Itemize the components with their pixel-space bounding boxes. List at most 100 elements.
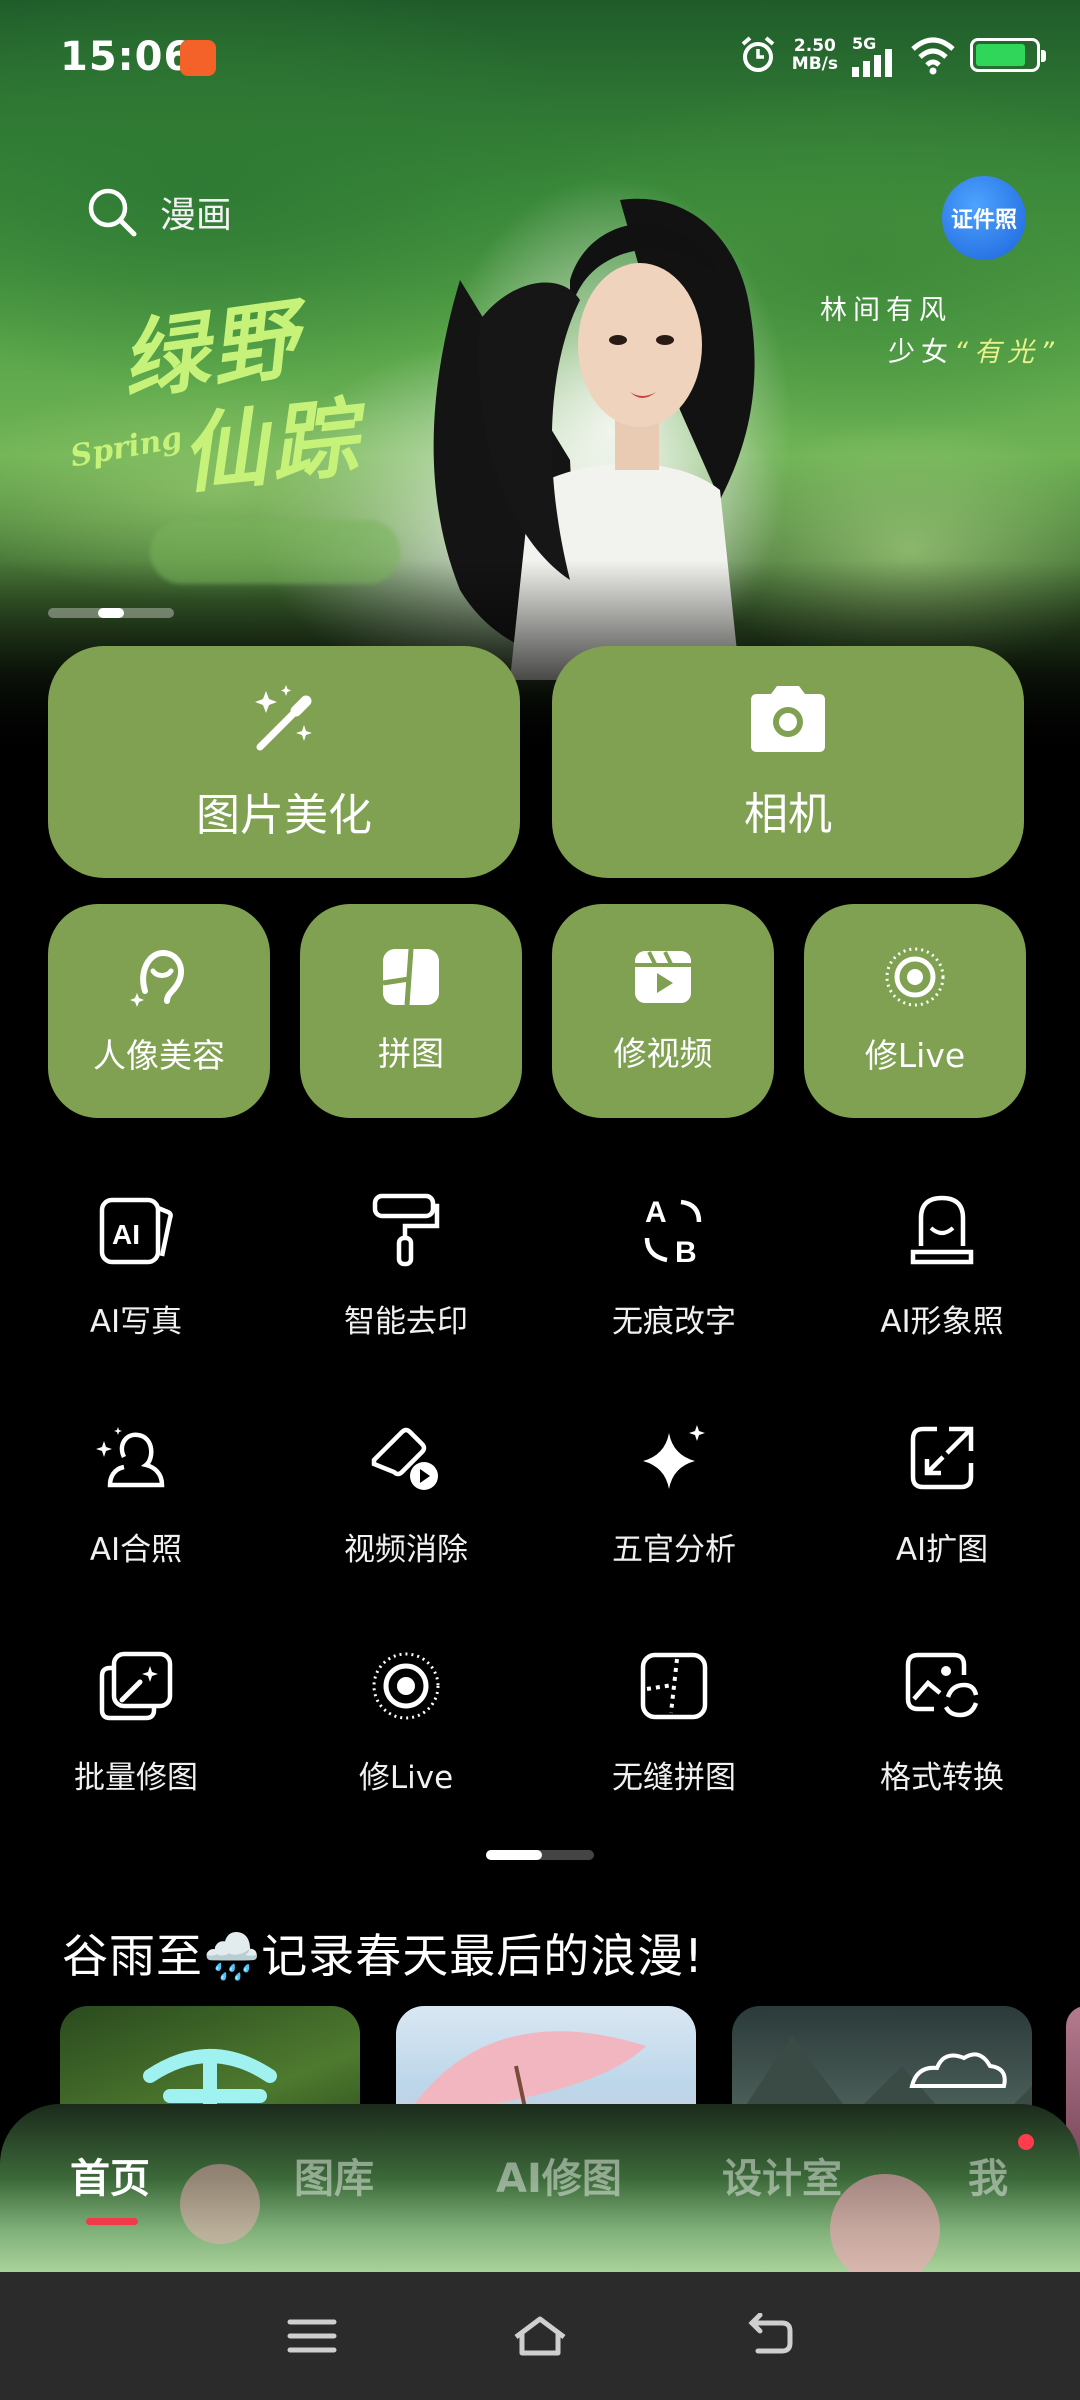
back-icon[interactable] — [742, 2313, 794, 2359]
network-speed: 2.50 MB/s — [792, 37, 838, 73]
tools-page-indicator — [486, 1850, 594, 1860]
photo-beautify-button[interactable]: 图片美化 — [48, 646, 520, 878]
system-nav-bar — [0, 2272, 1080, 2400]
photo-beautify-label: 图片美化 — [196, 790, 372, 841]
search-icon — [88, 188, 137, 237]
live-photo-icon — [372, 1652, 440, 1720]
live-edit-button[interactable]: 修Live — [804, 904, 1026, 1118]
tab-active-indicator — [86, 2218, 138, 2225]
tab-home[interactable]: 首页 — [70, 2146, 150, 2204]
expand-image-icon — [910, 1426, 974, 1490]
section-title[interactable]: 谷雨至🌧️记录春天最后的浪漫! — [62, 1920, 704, 1986]
status-time: 15:06 — [60, 34, 193, 80]
video-edit-icon — [635, 951, 691, 1003]
speed-unit: MB/s — [791, 54, 838, 74]
magic-wand-icon — [255, 685, 312, 751]
tools-page-indicator-active — [486, 1850, 542, 1860]
collage-icon — [382, 948, 439, 1006]
group-photo-icon — [96, 1427, 165, 1488]
wifi-icon — [911, 37, 955, 75]
hero-cta-pill[interactable] — [150, 520, 400, 584]
search-bar[interactable]: 漫画 — [86, 186, 232, 238]
tool-text-replace[interactable]: A B 无痕改字 — [564, 1190, 784, 1370]
collage-button[interactable]: 拼图 — [300, 904, 522, 1118]
tool-seamless-collage[interactable]: 无缝拼图 — [564, 1646, 784, 1826]
camera-label: 相机 — [744, 789, 832, 840]
camera-icon — [751, 686, 825, 752]
tool-video-eraser[interactable]: 视频消除 — [296, 1418, 516, 1598]
paint-roller-icon — [372, 1193, 440, 1267]
live-edit-label: 修Live — [864, 1036, 966, 1075]
slogan-line2-prefix: 少女 — [888, 337, 954, 368]
video-edit-label: 修视频 — [613, 1034, 713, 1073]
tool-label: AI合照 — [89, 1532, 183, 1568]
bottom-tab-bar: 首页 图库 AI修图 设计室 我 — [0, 2104, 1080, 2272]
notification-dot — [1018, 2134, 1034, 2150]
text-swap-icon: A B — [644, 1196, 702, 1268]
tool-label: AI形象照 — [880, 1304, 1004, 1340]
tool-label: 智能去印 — [344, 1304, 468, 1340]
svg-text:AI: AI — [112, 1219, 140, 1250]
tool-label: AI扩图 — [895, 1532, 989, 1568]
app-notification-icon — [180, 40, 216, 76]
tool-label: 修Live — [358, 1760, 454, 1796]
tool-ai-portrait[interactable]: AI AI写真 — [26, 1190, 246, 1370]
tool-label: 视频消除 — [344, 1532, 468, 1568]
tool-label: AI写真 — [89, 1304, 183, 1340]
battery-icon — [970, 38, 1046, 72]
menu-icon[interactable] — [286, 2316, 338, 2356]
banner-pagination-active — [98, 608, 124, 618]
tool-label: 批量修图 — [74, 1760, 198, 1796]
camera-button[interactable]: 相机 — [552, 646, 1024, 878]
rain-cloud-icon: 🌧️ — [203, 1929, 262, 1983]
tool-ai-expand[interactable]: AI扩图 — [832, 1418, 1052, 1598]
tool-label: 五官分析 — [612, 1532, 736, 1568]
tab-design-studio[interactable]: 设计室 — [722, 2146, 842, 2204]
video-edit-button[interactable]: 修视频 — [552, 904, 774, 1118]
home-icon[interactable] — [510, 2313, 570, 2359]
alarm-icon — [741, 36, 775, 72]
section-title-suffix: 记录春天最后的浪漫! — [261, 1929, 704, 1983]
ai-portrait-icon: AI — [99, 1197, 173, 1265]
tool-facial-analysis[interactable]: 五官分析 — [564, 1418, 784, 1598]
section-title-prefix: 谷雨至 — [62, 1929, 203, 1983]
collage-label: 拼图 — [378, 1034, 444, 1073]
tab-me[interactable]: 我 — [968, 2146, 1008, 2204]
tool-format-convert[interactable]: 格式转换 — [832, 1646, 1052, 1826]
status-bar: 15:06 2.50 MB/s 5G — [0, 0, 1080, 110]
decor-petal — [180, 2164, 260, 2244]
tool-label: 无缝拼图 — [612, 1760, 736, 1796]
tab-gallery[interactable]: 图库 — [294, 2146, 374, 2204]
portrait-icon — [130, 949, 184, 1007]
svg-text:B: B — [675, 1236, 697, 1268]
banner-pagination — [48, 608, 174, 618]
svg-text:A: A — [645, 1196, 667, 1229]
format-convert-icon — [905, 1652, 979, 1718]
battery-level — [976, 44, 1026, 66]
tool-label: 无痕改字 — [612, 1304, 736, 1340]
seamless-collage-icon — [640, 1652, 708, 1720]
tool-smart-watermark-remove[interactable]: 智能去印 — [296, 1190, 516, 1370]
id-photo-label: 证件照 — [950, 208, 1017, 233]
id-photo-button[interactable]: 证件照 — [942, 176, 1026, 260]
tool-label: 格式转换 — [880, 1760, 1004, 1796]
decor-petal — [830, 2174, 940, 2272]
slogan-line2-highlight: “有光” — [954, 337, 1060, 368]
signal-icon — [852, 48, 892, 77]
tool-ai-group-photo[interactable]: AI合照 — [26, 1418, 246, 1598]
batch-edit-icon — [99, 1651, 173, 1721]
tab-ai-retouch[interactable]: AI修图 — [496, 2146, 622, 2204]
video-eraser-icon — [371, 1427, 438, 1490]
slogan-line1: 林间有风 — [820, 295, 952, 326]
hero-title-accent: Spring — [67, 420, 185, 475]
ai-avatar-icon — [910, 1195, 974, 1265]
portrait-beauty-button[interactable]: 人像美容 — [48, 904, 270, 1118]
speed-value: 2.50 — [793, 36, 836, 56]
tool-ai-avatar-photo[interactable]: AI形象照 — [832, 1190, 1052, 1370]
hero-title-line2: 仙踪 — [176, 386, 366, 507]
tool-live-edit[interactable]: 修Live — [296, 1646, 516, 1826]
sparkle-icon — [643, 1425, 705, 1489]
tool-batch-edit[interactable]: 批量修图 — [26, 1646, 246, 1826]
search-placeholder: 漫画 — [160, 195, 233, 236]
live-photo-icon — [885, 947, 945, 1007]
